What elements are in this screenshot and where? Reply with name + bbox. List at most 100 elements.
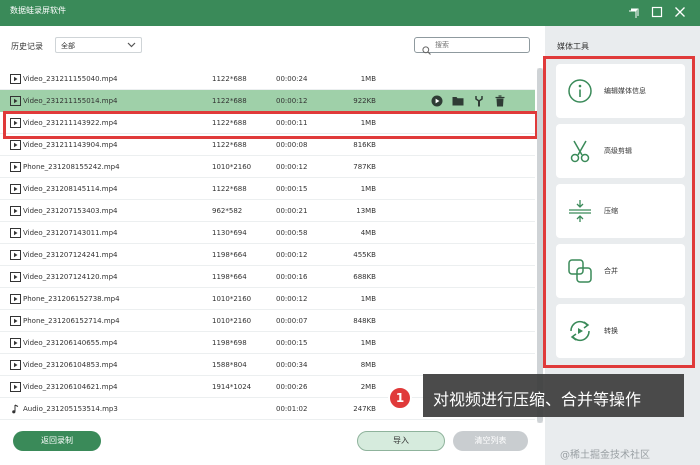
- file-resolution: 1198*698: [212, 339, 247, 347]
- tool-label: 合并: [604, 267, 618, 275]
- file-name: Video_231207124120.mp4: [23, 273, 118, 281]
- tool-label: 转换: [604, 327, 618, 335]
- video-file-icon: [10, 360, 21, 370]
- table-row[interactable]: Video_231207153403.mp4 962*582 00:00:21 13M…: [0, 200, 535, 222]
- file-duration: 00:00:12: [276, 97, 308, 105]
- file-duration: 00:00:07: [276, 317, 308, 325]
- file-duration: 00:00:34: [276, 361, 308, 369]
- app-title: 数据蛙录屏软件: [10, 6, 66, 15]
- file-size: 13MB: [356, 207, 376, 215]
- file-size: 1MB: [360, 339, 376, 347]
- file-resolution: 1122*688: [212, 75, 247, 83]
- tool-compress[interactable]: 压缩: [556, 184, 685, 238]
- filter-dropdown[interactable]: 全部: [55, 37, 142, 53]
- file-name: Phone_231206152714.mp4: [23, 317, 120, 325]
- history-label: 历史记录: [11, 42, 43, 51]
- video-file-icon: [10, 272, 21, 282]
- tool-advanced-edit[interactable]: 高级剪辑: [556, 124, 685, 178]
- file-size: 1MB: [360, 185, 376, 193]
- file-size: 2MB: [360, 383, 376, 391]
- file-name: Video_231211143922.mp4: [23, 119, 118, 127]
- file-resolution: 1010*2160: [212, 317, 252, 325]
- video-file-icon: [10, 184, 21, 194]
- compress-icon: [567, 198, 593, 224]
- file-size: 1MB: [360, 119, 376, 127]
- file-duration: 00:00:24: [276, 75, 308, 83]
- file-size: 247KB: [353, 405, 376, 413]
- tool-merge[interactable]: 合并: [556, 244, 685, 298]
- tool-label: 高级剪辑: [604, 147, 632, 155]
- file-size: 787KB: [353, 163, 376, 171]
- file-name: Phone_231208155242.mp4: [23, 163, 120, 171]
- table-row[interactable]: Video_231207143011.mp4 1130*694 00:00:58 4M…: [0, 222, 535, 244]
- file-resolution: 1914*1024: [212, 383, 252, 391]
- table-row[interactable]: Video_231211143904.mp4 1122*688 00:00:08 81…: [0, 134, 535, 156]
- file-duration: 00:00:08: [276, 141, 308, 149]
- tool-label: 编辑媒体信息: [604, 87, 646, 95]
- file-size: 8MB: [360, 361, 376, 369]
- file-size: 4MB: [360, 229, 376, 237]
- media-tools-title: 媒体工具: [557, 42, 589, 51]
- maximize-window-icon[interactable]: [651, 6, 663, 18]
- play-icon[interactable]: [431, 95, 443, 107]
- table-row[interactable]: Video_231206140655.mp4 1198*698 00:00:15 1M…: [0, 332, 535, 354]
- step-number-badge: 1: [388, 386, 412, 410]
- annotation-callout: 对视频进行压缩、合并等操作: [423, 374, 684, 417]
- file-size: 455KB: [353, 251, 376, 259]
- video-file-icon: [10, 206, 21, 216]
- table-row[interactable]: Phone_231208155242.mp4 1010*2160 00:00:12 7…: [0, 156, 535, 178]
- file-resolution: 1122*688: [212, 119, 247, 127]
- table-row[interactable]: Phone_231206152738.mp4 1010*2160 00:00:12 1…: [0, 288, 535, 310]
- file-resolution: 962*582: [212, 207, 243, 215]
- tool-convert[interactable]: 转换: [556, 304, 685, 358]
- search-input[interactable]: [435, 39, 525, 51]
- file-resolution: 1122*688: [212, 185, 247, 193]
- file-name: Video_231207153403.mp4: [23, 207, 118, 215]
- table-row[interactable]: Video_231211143922.mp4 1122*688 00:00:11 1M…: [0, 112, 535, 134]
- tool-edit-media-info[interactable]: 编辑媒体信息: [556, 64, 685, 118]
- chevron-down-icon: [127, 40, 136, 49]
- file-resolution: 1010*2160: [212, 163, 252, 171]
- folder-icon[interactable]: [452, 95, 464, 107]
- table-row[interactable]: Video_231207124241.mp4 1198*664 00:00:12 45…: [0, 244, 535, 266]
- table-row[interactable]: Video_231208145114.mp4 1122*688 00:00:15 1M…: [0, 178, 535, 200]
- scissors-icon: [567, 138, 593, 164]
- file-list: Video_231211155040.mp4 1122*688 00:00:24 1M…: [0, 68, 535, 423]
- table-row[interactable]: Video_231211155040.mp4 1122*688 00:00:24 1M…: [0, 68, 535, 90]
- video-file-icon: [10, 162, 21, 172]
- file-duration: 00:00:16: [276, 273, 308, 281]
- file-resolution: 1122*688: [212, 141, 247, 149]
- table-row[interactable]: Video_231206104853.mp4 1588*804 00:00:34 8M…: [0, 354, 535, 376]
- video-file-icon: [10, 118, 21, 128]
- row-actions: [431, 95, 511, 107]
- file-duration: 00:00:15: [276, 185, 308, 193]
- file-size: 1MB: [360, 75, 376, 83]
- file-name: Video_231206104621.mp4: [23, 383, 118, 391]
- search-box[interactable]: [414, 37, 530, 55]
- trash-icon[interactable]: [494, 95, 506, 107]
- file-duration: 00:00:21: [276, 207, 308, 215]
- file-duration: 00:00:12: [276, 251, 308, 259]
- table-row[interactable]: Video_231207124120.mp4 1198*664 00:00:16 68…: [0, 266, 535, 288]
- back-to-record-button[interactable]: 返回录制: [13, 431, 101, 451]
- video-file-icon: [10, 294, 21, 304]
- wrench-icon[interactable]: [473, 95, 485, 107]
- file-resolution: 1588*804: [212, 361, 247, 369]
- file-name: Phone_231206152738.mp4: [23, 295, 120, 303]
- filter-value: 全部: [61, 42, 75, 50]
- video-file-icon: [10, 228, 21, 238]
- file-size: 848KB: [353, 317, 376, 325]
- tool-label: 压缩: [604, 207, 618, 215]
- table-row[interactable]: Video_231211155014.mp4 1122*688 00:00:12 92…: [0, 90, 535, 112]
- close-window-icon[interactable]: [674, 6, 686, 18]
- file-name: Video_231211155040.mp4: [23, 75, 118, 83]
- import-button[interactable]: 导入: [357, 431, 445, 451]
- restore-window-icon[interactable]: [628, 6, 640, 18]
- file-name: Video_231206104853.mp4: [23, 361, 118, 369]
- file-name: Video_231211143904.mp4: [23, 141, 118, 149]
- file-name: Video_231211155014.mp4: [23, 97, 118, 105]
- file-resolution: 1198*664: [212, 251, 247, 259]
- table-row[interactable]: Phone_231206152714.mp4 1010*2160 00:00:07 8…: [0, 310, 535, 332]
- video-file-icon: [10, 140, 21, 150]
- clear-list-button[interactable]: 清空列表: [453, 431, 528, 451]
